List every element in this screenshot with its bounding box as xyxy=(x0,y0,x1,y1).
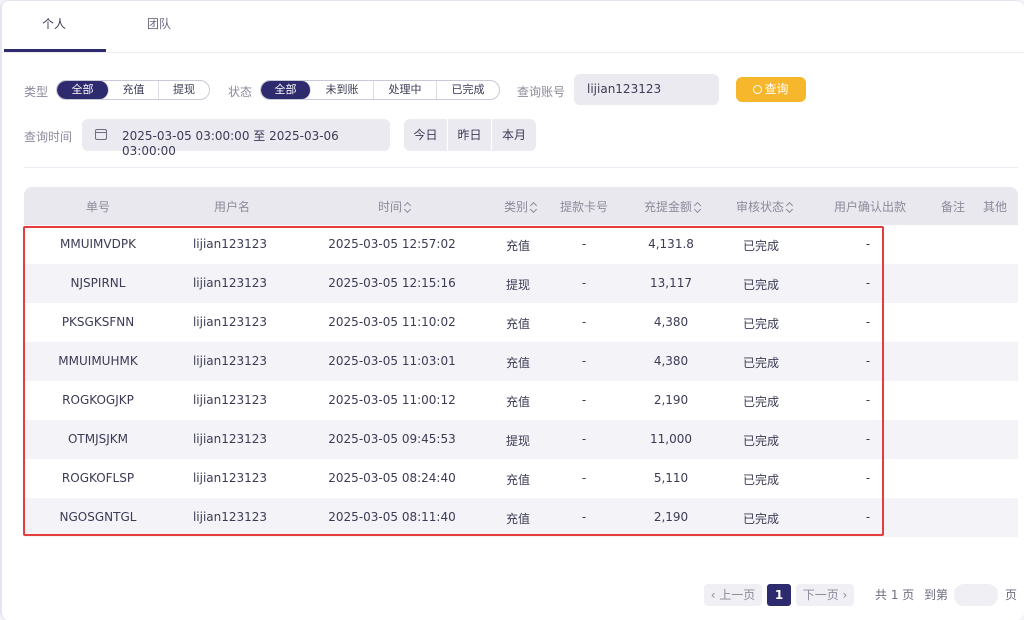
goto-page-input[interactable] xyxy=(954,584,998,606)
status-option-processing[interactable]: 处理中 xyxy=(374,81,437,99)
column-header-user-confirm: 用户确认出款 xyxy=(834,200,907,214)
app-frame: 个人 团队 类型 全部 充值 提现 状态 全部 未到账 处理中 已完成 查询账号… xyxy=(0,0,1024,620)
time-label: 查询时间 xyxy=(24,130,73,144)
date-range-value: 2025-03-05 03:00:00 至 2025-03-06 03:00:0… xyxy=(122,129,339,158)
column-header-status-label: 审核状态 xyxy=(736,200,785,214)
active-tab-indicator xyxy=(4,49,106,52)
quick-range-this-month[interactable]: 本月 xyxy=(492,119,536,151)
type-filter-group: 全部 充值 提现 xyxy=(56,80,210,100)
tab-bar: 个人 团队 xyxy=(2,1,1024,53)
query-button[interactable]: 查询 xyxy=(736,77,806,102)
column-header-username: 用户名 xyxy=(214,200,251,214)
sort-icon xyxy=(404,201,412,213)
column-header-type[interactable]: 类别 xyxy=(504,198,538,215)
total-pages: 共 1 页 xyxy=(875,588,915,602)
column-header-type-label: 类别 xyxy=(504,200,529,214)
column-header-id: 单号 xyxy=(86,200,111,214)
quick-range-group: 今日 昨日 本月 xyxy=(404,119,536,151)
status-filter-group: 全部 未到账 处理中 已完成 xyxy=(260,80,500,100)
tab-team[interactable]: 团队 xyxy=(147,15,171,32)
column-header-other: 其他 xyxy=(983,200,1008,214)
column-header-amount-label: 充提金额 xyxy=(644,200,693,214)
account-label: 查询账号 xyxy=(517,85,566,99)
quick-range-today[interactable]: 今日 xyxy=(404,119,448,151)
type-option-all[interactable]: 全部 xyxy=(57,81,109,99)
prev-page-button[interactable]: ‹ 上一页 xyxy=(704,584,762,606)
quick-range-yesterday[interactable]: 昨日 xyxy=(448,119,492,151)
page-unit-label: 页 xyxy=(1005,588,1018,602)
type-option-withdraw[interactable]: 提现 xyxy=(159,81,209,99)
column-header-status[interactable]: 审核状态 xyxy=(736,198,794,215)
highlight-box xyxy=(23,226,884,536)
account-input[interactable]: lijian123123 xyxy=(574,74,719,105)
column-header-time[interactable]: 时间 xyxy=(378,198,412,215)
status-filter-label: 状态 xyxy=(228,85,253,99)
status-option-all[interactable]: 全部 xyxy=(261,81,311,99)
sort-icon xyxy=(694,201,702,213)
column-header-amount[interactable]: 充提金额 xyxy=(644,198,702,215)
status-option-completed[interactable]: 已完成 xyxy=(437,81,499,99)
current-page[interactable]: 1 xyxy=(767,584,791,606)
calendar-icon xyxy=(95,129,107,140)
column-header-remark: 备注 xyxy=(941,200,966,214)
query-button-label: 查询 xyxy=(764,82,789,96)
type-option-deposit[interactable]: 充值 xyxy=(109,81,159,99)
sort-icon xyxy=(786,201,794,213)
sort-icon xyxy=(530,201,538,213)
type-filter-label: 类型 xyxy=(24,85,49,99)
table-header: 单号 用户名 时间 类别 提款卡号 充提金额 审核状态 用户确认出款 备注 其他 xyxy=(24,187,1018,225)
date-range-picker[interactable]: 2025-03-05 03:00:00 至 2025-03-06 03:00:0… xyxy=(82,119,390,158)
tab-personal[interactable]: 个人 xyxy=(42,15,66,32)
goto-label: 到第 xyxy=(924,588,949,602)
account-input-value: lijian123123 xyxy=(587,82,662,96)
search-icon xyxy=(753,85,763,94)
next-page-button[interactable]: 下一页 › xyxy=(796,584,854,606)
column-header-card: 提款卡号 xyxy=(560,200,609,214)
status-option-not-arrived[interactable]: 未到账 xyxy=(311,81,374,99)
section-divider xyxy=(24,167,1018,168)
column-header-time-label: 时间 xyxy=(378,200,403,214)
